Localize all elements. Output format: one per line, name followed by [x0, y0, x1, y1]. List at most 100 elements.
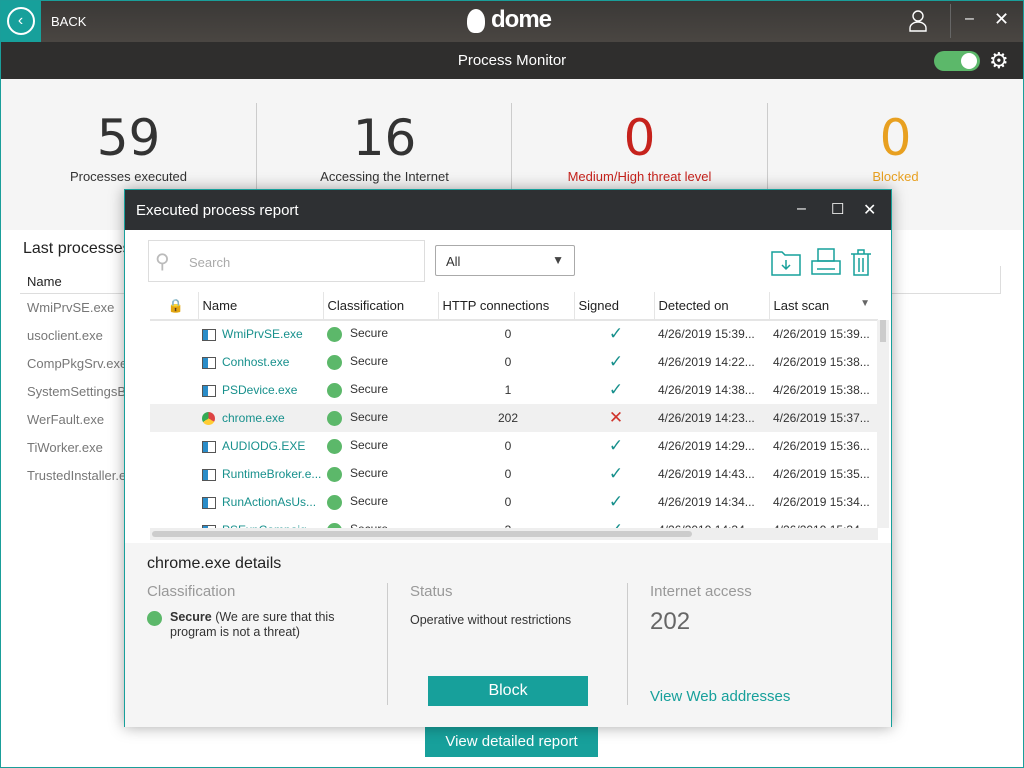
table-row[interactable]: PSExpCampaig...Secure3✓4/26/2019 14:34..…: [150, 516, 878, 528]
http-count: 0: [504, 439, 512, 453]
list-item[interactable]: WmiPrvSE.exe: [27, 300, 114, 315]
column-detected[interactable]: Detected on: [653, 292, 769, 321]
window-icon: [202, 468, 216, 481]
chrome-icon: [202, 412, 215, 426]
process-icon-wrap: [202, 355, 222, 369]
process-icon-wrap: [202, 411, 222, 426]
check-icon: ✓: [609, 520, 623, 528]
process-name[interactable]: chrome.exe: [222, 411, 285, 425]
page-title: Process Monitor: [457, 52, 567, 69]
search-input[interactable]: ⚲ Search: [148, 240, 425, 282]
export-folder-icon[interactable]: [771, 248, 801, 276]
detected-on: 4/26/2019 14:29...: [658, 439, 755, 453]
detected-on: 4/26/2019 14:22...: [658, 355, 755, 369]
process-name[interactable]: AUDIODG.EXE: [222, 439, 305, 453]
table-row[interactable]: chrome.exe Secure 202 ✕ 4/26/2019 14:23... 4/…: [150, 404, 878, 432]
classification: Secure: [350, 326, 389, 341]
close-icon[interactable]: ✕: [994, 9, 1009, 30]
status-dot: [147, 611, 162, 626]
trash-icon[interactable]: [850, 248, 872, 276]
status-dot: [327, 494, 342, 510]
status-dot: [327, 382, 342, 398]
column-name[interactable]: Name: [197, 292, 323, 321]
http-count: 1: [504, 383, 512, 397]
detected-on: 4/26/2019 15:39...: [658, 327, 755, 341]
last-scan: 4/26/2019 15:36...: [773, 439, 870, 453]
print-icon[interactable]: [811, 248, 841, 276]
user-icon[interactable]: [908, 10, 928, 32]
list-item[interactable]: SystemSettingsB: [27, 384, 126, 399]
list-item[interactable]: usoclient.exe: [27, 328, 103, 343]
vertical-scrollbar[interactable]: [877, 320, 889, 528]
filter-select[interactable]: All ▼: [435, 245, 575, 276]
window-icon: [202, 440, 216, 453]
dropdown-arrow-icon: ▼: [552, 253, 564, 267]
process-table: WmiPrvSE.exe Secure 0 ✓ 4/26/2019 15:39... 4/…: [150, 320, 878, 528]
table-row[interactable]: AUDIODG.EXE Secure 0 ✓ 4/26/2019 14:29... 4/2…: [150, 432, 878, 460]
details-title: chrome.exe details: [147, 555, 282, 572]
status-dot: [327, 410, 342, 426]
column-classification[interactable]: Classification: [322, 292, 438, 321]
last-scan: 4/26/2019 15:39...: [773, 327, 870, 341]
table-row[interactable]: PSDevice.exe Secure 1 ✓ 4/26/2019 14:38... 4/…: [150, 376, 878, 404]
lock-column-header[interactable]: 🔒: [150, 292, 198, 321]
status-section: Status Operative without restrictions: [410, 583, 572, 627]
table-row[interactable]: RunActionAsUs... Secure 0 ✓ 4/26/2019 14:34.…: [150, 488, 878, 516]
check-icon: ✓: [608, 464, 624, 483]
http-count: 0: [504, 327, 512, 341]
column-signed[interactable]: Signed: [573, 292, 654, 321]
last-processes-title: Last processes: [23, 240, 131, 257]
process-icon-wrap: [202, 327, 222, 341]
http-count: 0: [504, 467, 512, 481]
executed-process-report-dialog: Executed process report – ☐ ✕ ⚲ Search A…: [124, 189, 892, 727]
http-count: 0: [504, 495, 512, 509]
process-name[interactable]: Conhost.exe: [222, 355, 289, 369]
process-name[interactable]: PSDevice.exe: [222, 383, 297, 397]
classification-section: Classification Secure (We are sure that …: [147, 583, 335, 639]
detected-on: 4/26/2019 14:43...: [658, 467, 755, 481]
view-detailed-report-button[interactable]: View detailed report: [425, 727, 598, 757]
list-item[interactable]: CompPkgSrv.exe: [27, 356, 127, 371]
minimize-icon[interactable]: –: [965, 10, 974, 28]
process-name[interactable]: RunActionAsUs...: [222, 495, 316, 509]
process-icon-wrap: [202, 383, 222, 397]
column-http[interactable]: HTTP connections: [437, 292, 574, 321]
list-item[interactable]: TiWorker.exe: [27, 440, 103, 455]
monitor-toggle[interactable]: [934, 51, 980, 71]
classification: Secure: [350, 494, 389, 509]
list-item[interactable]: WerFault.exe: [27, 412, 104, 427]
horizontal-scrollbar[interactable]: [150, 528, 878, 540]
list-item[interactable]: TrustedInstaller.e: [27, 468, 126, 483]
table-row[interactable]: RuntimeBroker.e... Secure 0 ✓ 4/26/2019 14:4…: [150, 460, 878, 488]
http-count: 0: [504, 355, 512, 369]
table-row[interactable]: WmiPrvSE.exe Secure 0 ✓ 4/26/2019 15:39... 4/…: [150, 320, 878, 348]
classification: Secure: [350, 410, 389, 425]
check-icon: ✓: [608, 324, 624, 343]
top-bar: ‹ BACK dome – ✕: [0, 0, 1024, 42]
process-name[interactable]: WmiPrvSE.exe: [222, 327, 303, 341]
gear-icon[interactable]: ⚙: [989, 48, 1009, 74]
detected-on: 4/26/2019 14:34...: [654, 516, 769, 528]
classification: Secure: [350, 466, 389, 481]
check-icon: ✓: [608, 492, 624, 511]
check-icon: ✓: [608, 436, 624, 455]
process-name[interactable]: RuntimeBroker.e...: [222, 467, 321, 481]
maximize-icon[interactable]: ☐: [831, 200, 844, 218]
minimize-icon[interactable]: –: [797, 200, 806, 218]
block-button[interactable]: Block: [428, 676, 588, 706]
view-web-addresses-link[interactable]: View Web addresses: [650, 688, 790, 705]
back-label[interactable]: BACK: [51, 14, 86, 29]
back-button[interactable]: ‹: [0, 0, 41, 42]
service-icon: [202, 328, 216, 341]
table-row[interactable]: Conhost.exe Secure 0 ✓ 4/26/2019 14:22... 4/2…: [150, 348, 878, 376]
check-icon: ✓: [608, 380, 624, 399]
cross-icon: ✕: [608, 408, 624, 427]
close-icon[interactable]: ✕: [863, 200, 876, 220]
name-column-header: Name: [27, 274, 62, 289]
logo: dome: [467, 6, 552, 34]
http-count: 202: [438, 404, 574, 432]
http-count: 3: [438, 516, 574, 528]
column-last-scan[interactable]: Last scan ▼: [768, 292, 878, 321]
process-table-header: 🔒 Name Classification HTTP connections S…: [150, 292, 878, 321]
window-icon: [202, 496, 216, 509]
